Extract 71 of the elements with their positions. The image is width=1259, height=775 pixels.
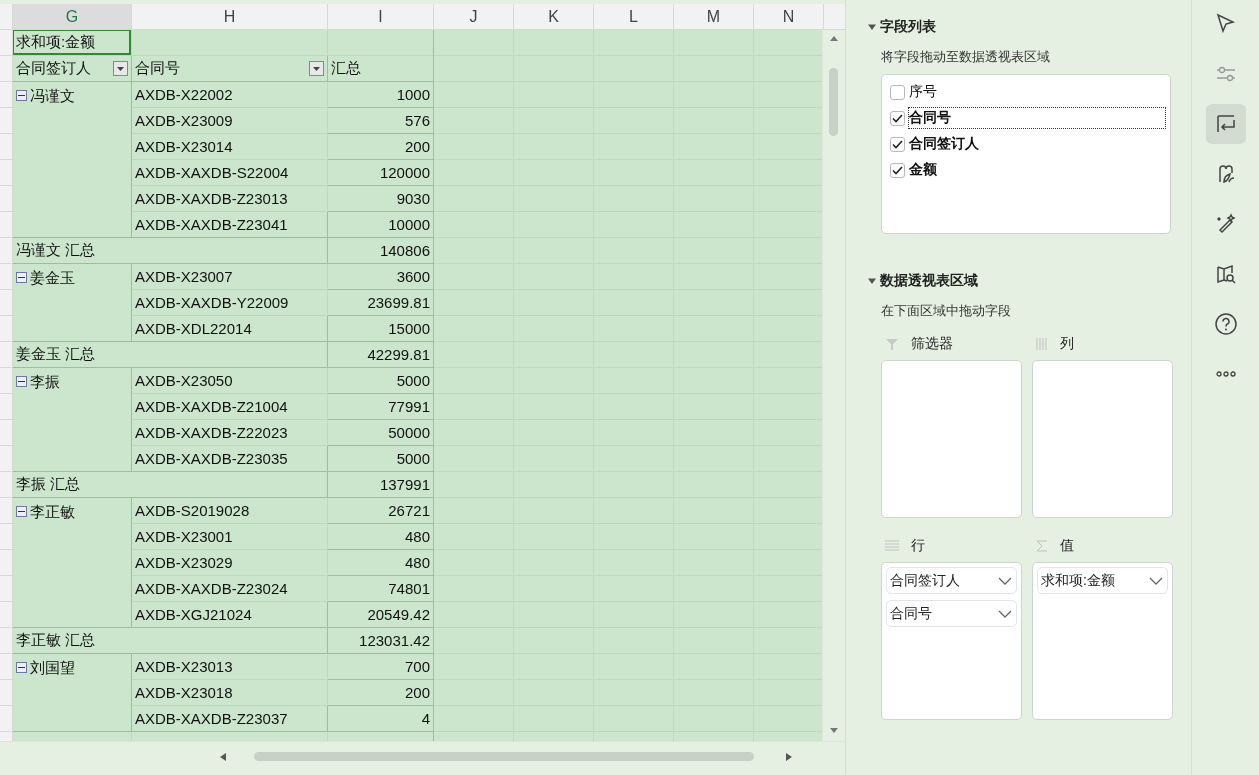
contract-cell: AXDB-XAXDB-Z23037 (132, 706, 328, 732)
chevron-down-icon[interactable] (998, 576, 1012, 585)
filter-dropdown-button[interactable] (113, 61, 128, 76)
zone-label: 值 (1060, 537, 1074, 555)
checkbox[interactable] (890, 110, 905, 126)
field-chip[interactable]: 求和项:金额 (1037, 567, 1168, 594)
hint-text: 在下面区域中拖动字段 (881, 302, 1012, 320)
row-label-cell: 冯谨文 (13, 82, 132, 238)
columns-icon (1036, 338, 1048, 350)
hint-text: 将字段拖动至数据透视表区域 (881, 48, 1051, 66)
subtotal-label-cell: 李正敏 汇总 (13, 628, 328, 654)
subtotal-label-cell: 冯谨文 汇总 (13, 238, 328, 264)
collapse-triangle-icon[interactable] (868, 277, 876, 285)
pivot-header-cell: 合同号 (132, 56, 328, 82)
scrollbar-thumb[interactable] (829, 68, 838, 136)
collapse-icon[interactable] (16, 662, 27, 673)
pivot-title-cell: 求和项:金额 (13, 30, 132, 56)
field-label[interactable]: 合同签订人 (908, 133, 1166, 155)
scroll-right-icon[interactable] (786, 752, 792, 761)
row-label-cell: 刘国望 (13, 654, 132, 732)
zone-label: 行 (911, 537, 925, 555)
field-label[interactable]: 合同号 (908, 107, 1166, 129)
funnel-icon (885, 337, 899, 351)
pivot-table-icon (1214, 113, 1237, 135)
section-title: 数据透视表区域 (880, 272, 978, 290)
caret-icon (117, 66, 124, 71)
scroll-left-icon[interactable] (220, 752, 226, 761)
field-label[interactable]: 序号 (908, 81, 1166, 103)
checkbox[interactable] (890, 136, 905, 152)
collapse-icon[interactable] (16, 376, 27, 387)
more-icon (1214, 370, 1237, 378)
book-search-icon (1214, 263, 1237, 285)
contract-cell: AXDB-XGJ21024 (132, 602, 328, 628)
caret-icon (313, 66, 320, 71)
contract-cell: AXDB-XDL22014 (132, 316, 328, 342)
subtotal-label-cell: 姜金玉 汇总 (13, 342, 328, 368)
contract-cell: AXDB-XAXDB-Z23041 (132, 212, 328, 238)
help-icon (1213, 312, 1238, 336)
zone-label: 列 (1060, 335, 1074, 353)
checkbox[interactable] (890, 162, 905, 178)
rows-icon (885, 540, 899, 552)
checkbox[interactable] (890, 84, 905, 100)
zone-label: 筛选器 (911, 335, 953, 353)
collapse-icon[interactable] (16, 272, 27, 283)
chip-label: 求和项:金额 (1041, 571, 1115, 590)
chevron-down-icon[interactable] (998, 609, 1012, 618)
row-label-cell: 李振 (13, 368, 132, 472)
collapse-triangle-icon[interactable] (868, 23, 876, 31)
sigma-icon (1036, 540, 1048, 552)
row-label-cell: 李正敏 (13, 498, 132, 628)
scroll-up-icon[interactable] (830, 36, 838, 41)
row-label-cell: 姜金玉 (13, 264, 132, 342)
scrollbar-thumb[interactable] (254, 752, 754, 761)
column-header[interactable]: G (13, 4, 132, 29)
collapse-icon[interactable] (16, 90, 27, 101)
field-chip[interactable]: 合同签订人 (886, 567, 1017, 594)
collapse-icon[interactable] (16, 506, 27, 517)
cursor-icon (1214, 13, 1237, 35)
subtotal-label-cell: 李振 汇总 (13, 472, 328, 498)
field-label[interactable]: 金额 (908, 159, 1166, 181)
chip-label: 合同签订人 (890, 571, 960, 590)
pivot-header-cell: 合同签订人 (13, 56, 132, 82)
magic-wand-icon (1214, 213, 1237, 235)
scroll-down-icon[interactable] (830, 728, 838, 733)
contract-cell: AXDB-XAXDB-Z23035 (132, 446, 328, 472)
chevron-down-icon[interactable] (1149, 576, 1163, 585)
filter-dropdown-button[interactable] (309, 61, 324, 76)
field-chip[interactable]: 合同号 (886, 600, 1017, 627)
sidebar-tool-button[interactable] (1205, 104, 1246, 144)
chip-label: 合同号 (890, 604, 932, 623)
section-title: 字段列表 (880, 18, 936, 36)
